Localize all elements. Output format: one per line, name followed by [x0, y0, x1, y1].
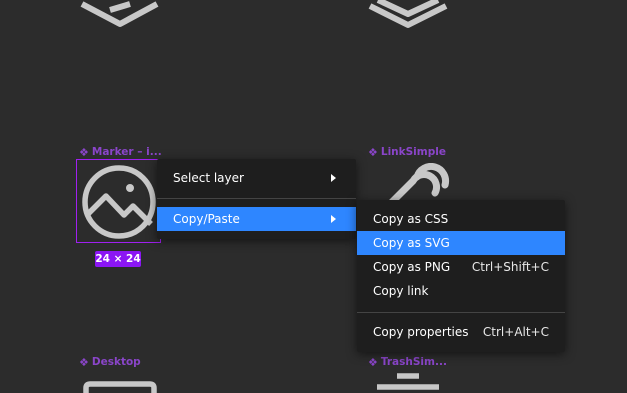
- chevron-right-icon: [331, 215, 336, 223]
- selection-box: [76, 159, 161, 243]
- component-icon: ❖: [368, 355, 378, 369]
- component-icon: ❖: [368, 145, 378, 159]
- stack-icon: [80, 1, 159, 27]
- menu-divider: [157, 198, 356, 199]
- menu-item-copy-as-svg[interactable]: Copy as SVG: [357, 231, 565, 255]
- size-badge: 24 × 24: [95, 251, 141, 267]
- menu-item-select-layer[interactable]: Select layer: [157, 166, 356, 190]
- chevron-right-icon: [331, 174, 336, 182]
- shortcut-label: Ctrl+Alt+C: [482, 325, 549, 339]
- stack-icon: [368, 0, 448, 28]
- desktop-icon[interactable]: [82, 380, 158, 393]
- menu-divider: [357, 312, 565, 313]
- trash-icon[interactable]: [375, 372, 441, 393]
- component-label-linksimple[interactable]: ❖ LinkSimple: [368, 146, 446, 158]
- context-menu: Select layer Copy/Paste: [157, 159, 356, 239]
- component-label-marker[interactable]: ❖ Marker – i...: [79, 146, 162, 158]
- component-label-trashsimple[interactable]: ❖ TrashSim...: [368, 356, 447, 368]
- menu-item-copy-paste[interactable]: Copy/Paste: [157, 207, 356, 231]
- shortcut-label: Ctrl+Shift+C: [471, 260, 549, 274]
- component-icon: ❖: [79, 145, 89, 159]
- menu-item-copy-as-css[interactable]: Copy as CSS: [357, 207, 565, 231]
- menu-item-copy-properties[interactable]: Copy properties Ctrl+Alt+C: [357, 320, 565, 344]
- component-icon: ❖: [79, 355, 89, 369]
- menu-item-copy-link[interactable]: Copy link: [357, 279, 565, 303]
- menu-item-copy-as-png[interactable]: Copy as PNG Ctrl+Shift+C: [357, 255, 565, 279]
- copy-paste-submenu: Copy as CSS Copy as SVG Copy as PNG Ctrl…: [357, 200, 565, 352]
- component-label-desktop[interactable]: ❖ Desktop: [79, 356, 141, 368]
